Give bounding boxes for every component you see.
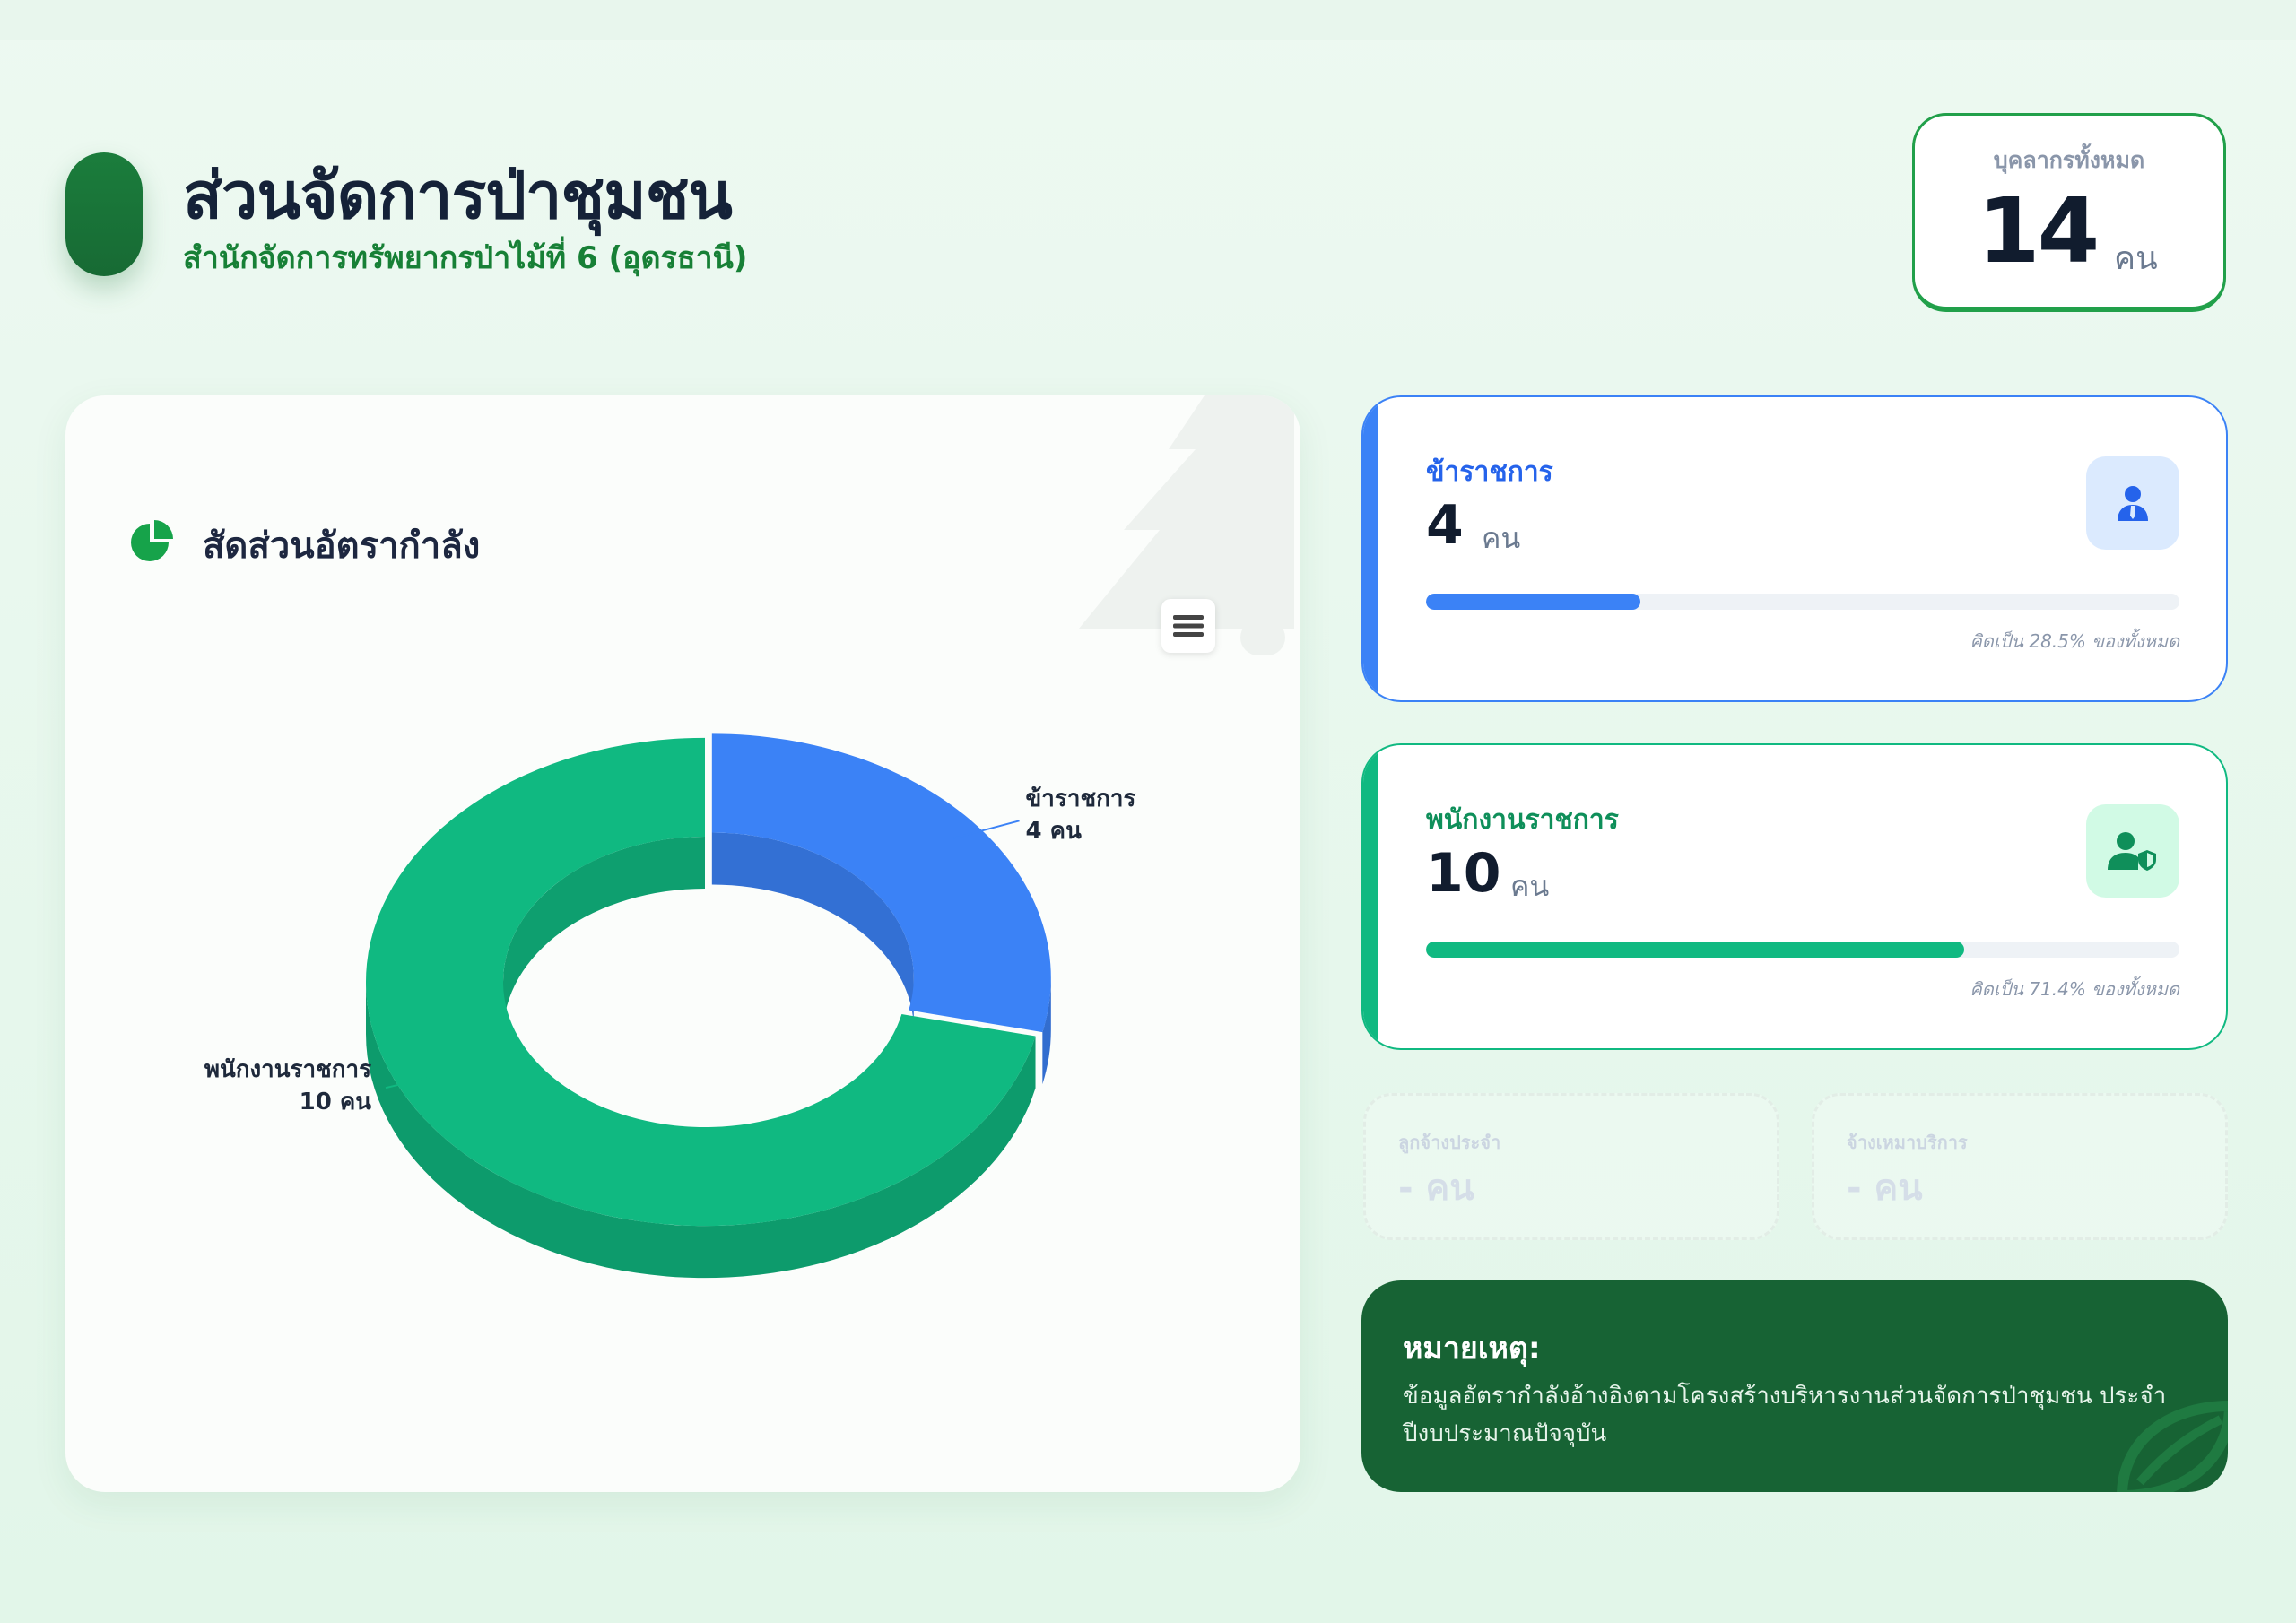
service-contract-card: จ้างเหมาบริการ - คน: [1812, 1093, 2228, 1240]
gov-official-unit: คน: [1482, 521, 1521, 555]
gov-official-card: ข้าราชการ 4 คน คิดเป็น 28.5% ของทั้งหมด: [1361, 395, 2228, 702]
gov-employee-value: 10: [1426, 842, 1501, 905]
permanent-worker-card: ลูกจ้างประจำ - คน: [1363, 1093, 1779, 1240]
gov-employee-percent-note: คิดเป็น 71.4% ของทั้งหมด: [1970, 978, 2179, 1000]
user-shield-icon: [2108, 832, 2156, 871]
total-staff-value: 14: [1978, 178, 2100, 283]
gov-employee-progress: [1426, 942, 2179, 958]
permanent-worker-label: ลูกจ้างประจำ: [1398, 1132, 1501, 1153]
chart-panel: สัดส่วนอัตรากำลัง ข้าราชการ 4 คน พนักงาน…: [65, 395, 1300, 1492]
top-band: [0, 0, 2296, 40]
gov-official-label: ข้าราชการ: [1426, 456, 1553, 488]
service-contract-value: - คน: [1847, 1167, 1923, 1209]
total-staff-card: บุคลากรทั้งหมด 14 คน: [1912, 113, 2226, 312]
logo-badge: [65, 152, 143, 276]
page-subtitle: สำนักจัดการทรัพยากรป่าไม้ที่ 6 (อุดรธานี…: [183, 240, 748, 276]
gov-official-icon-badge: [2086, 456, 2179, 550]
gov-official-progress-fill: [1426, 594, 1641, 610]
note-card: หมายเหตุ: ข้อมูลอัตรากำลังอ้างอิงตามโครง…: [1361, 1280, 2228, 1492]
chart-label-emp: พนักงานราชการ 10 คน: [204, 1054, 371, 1118]
gov-employee-icon-badge: [2086, 804, 2179, 898]
gov-employee-card: พนักงานราชการ 10 คน คิดเป็น 71.4% ของทั้…: [1361, 743, 2228, 1050]
gov-official-percent-note: คิดเป็น 28.5% ของทั้งหมด: [1970, 630, 2179, 652]
card-accent-bar: [1363, 397, 1378, 700]
note-title: หมายเหตุ:: [1403, 1331, 1541, 1367]
gov-employee-unit: คน: [1510, 869, 1550, 903]
donut-chart: [366, 733, 1051, 1279]
gov-employee-label: พนักงานราชการ: [1426, 804, 1619, 836]
permanent-worker-value: - คน: [1398, 1167, 1474, 1209]
chart-label-gov-name: ข้าราชการ: [1025, 785, 1136, 813]
chart-label-emp-name: พนักงานราชการ: [204, 1056, 372, 1084]
card-accent-bar: [1363, 745, 1378, 1048]
gov-official-value: 4: [1426, 494, 1464, 557]
total-staff-label: บุคลากรทั้งหมด: [1993, 147, 2145, 173]
chart-label-emp-value: 10 คน: [299, 1089, 372, 1116]
service-contract-label: จ้างเหมาบริการ: [1847, 1132, 1968, 1153]
note-text: ข้อมูลอัตรากำลังอ้างอิงตามโครงสร้างบริหา…: [1403, 1383, 2167, 1447]
chart-label-gov-value: 4 คน: [1025, 818, 1082, 846]
user-tie-icon: [2118, 486, 2148, 521]
gov-employee-progress-fill: [1426, 942, 1964, 958]
total-staff-unit: คน: [2114, 240, 2158, 277]
page-title: ส่วนจัดการป่าชุมชน: [183, 158, 733, 233]
chart-label-gov: ข้าราชการ 4 คน: [1026, 783, 1136, 847]
leaf-decoration-icon: [2117, 1401, 2228, 1492]
gov-official-progress: [1426, 594, 2179, 610]
